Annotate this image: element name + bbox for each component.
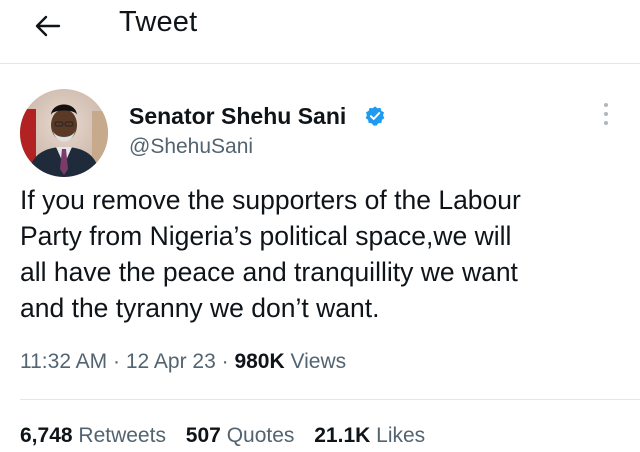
divider (20, 399, 640, 400)
likes-stat[interactable]: 21.1K Likes (314, 424, 425, 447)
author-name[interactable]: Senator Shehu Sani (129, 103, 346, 130)
quotes-count: 507 (185, 424, 221, 447)
avatar-image (20, 89, 108, 177)
tweet-text-line: all have the peace and tranquillity we w… (20, 257, 518, 287)
tweet-date[interactable]: 12 Apr 23 (126, 350, 216, 373)
retweets-label: Retweets (78, 424, 166, 447)
tweet-text-line: and the tyranny we don’t want. (20, 293, 380, 323)
top-bar: Tweet (0, 0, 640, 64)
quotes-label: Quotes (226, 424, 295, 447)
likes-count: 21.1K (314, 424, 371, 447)
likes-label: Likes (376, 424, 426, 447)
quotes-stat[interactable]: 507 Quotes (186, 424, 300, 447)
tweet-text: If you remove the supporters of the Labo… (20, 182, 620, 326)
author-handle[interactable]: @ShehuSani (129, 135, 253, 159)
tweet-time[interactable]: 11:32 AM (20, 350, 107, 373)
retweets-count: 6,748 (20, 424, 73, 447)
tweet-stats: 6,748 Retweets 507 Quotes 21.1K Likes (20, 424, 439, 448)
views-label: Views (290, 350, 347, 373)
meta-separator: · (221, 350, 229, 373)
views-count: 980K (234, 350, 285, 373)
verified-badge-icon (365, 106, 385, 126)
back-button[interactable] (28, 8, 68, 44)
meta-separator: · (113, 350, 121, 373)
arrow-left-icon (35, 15, 61, 37)
avatar[interactable] (20, 89, 108, 177)
tweet-text-line: Party from Nigeria’s political space,we … (20, 221, 512, 251)
more-options-icon[interactable] (596, 100, 616, 128)
tweet-text-line: If you remove the supporters of the Labo… (20, 185, 521, 215)
tweet-metadata: 11:32 AM · 12 Apr 23 · 980K Views (20, 350, 346, 374)
page-title: Tweet (119, 6, 198, 38)
retweets-stat[interactable]: 6,748 Retweets (20, 424, 172, 447)
